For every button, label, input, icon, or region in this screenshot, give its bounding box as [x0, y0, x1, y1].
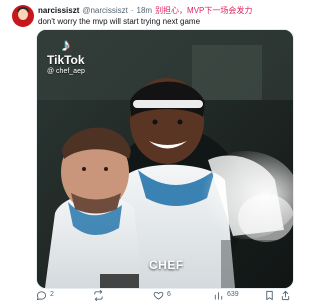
share-action[interactable] [280, 289, 302, 301]
video-media[interactable]: ♪ TikTok @ chef_aep CHEF [36, 29, 294, 289]
reply-count: 2 [50, 291, 54, 298]
views-action[interactable]: 639 [213, 289, 239, 301]
share-icon [280, 290, 291, 301]
bookmark-icon [264, 290, 275, 301]
repost-action[interactable] [93, 289, 115, 301]
views-icon [213, 290, 224, 301]
tiktok-brand: TikTok [47, 53, 85, 67]
repost-icon [93, 289, 104, 301]
avatar-face [18, 9, 28, 20]
tiktok-logo-icon: ♪ [61, 35, 71, 55]
tiktok-handle: @ chef_aep [47, 68, 85, 75]
social-post: narcissiszt @narcissiszt · 18m 别担心，MVP下一… [0, 0, 300, 305]
views-count: 639 [227, 291, 239, 298]
bookmark-action[interactable] [264, 289, 275, 301]
post-action-bar: 2 6 639 [36, 289, 292, 301]
post-text: don't worry the mvp will start trying ne… [38, 17, 201, 26]
reply-icon [36, 290, 47, 301]
media-overlay-label: CHEF [149, 258, 184, 272]
like-count: 6 [167, 291, 171, 298]
reply-action[interactable]: 2 [36, 289, 58, 301]
tiktok-watermark: ♪ TikTok @ chef_aep [47, 36, 129, 80]
author-avatar[interactable] [12, 5, 34, 27]
like-icon [153, 290, 164, 301]
like-action[interactable]: 6 [153, 289, 175, 301]
